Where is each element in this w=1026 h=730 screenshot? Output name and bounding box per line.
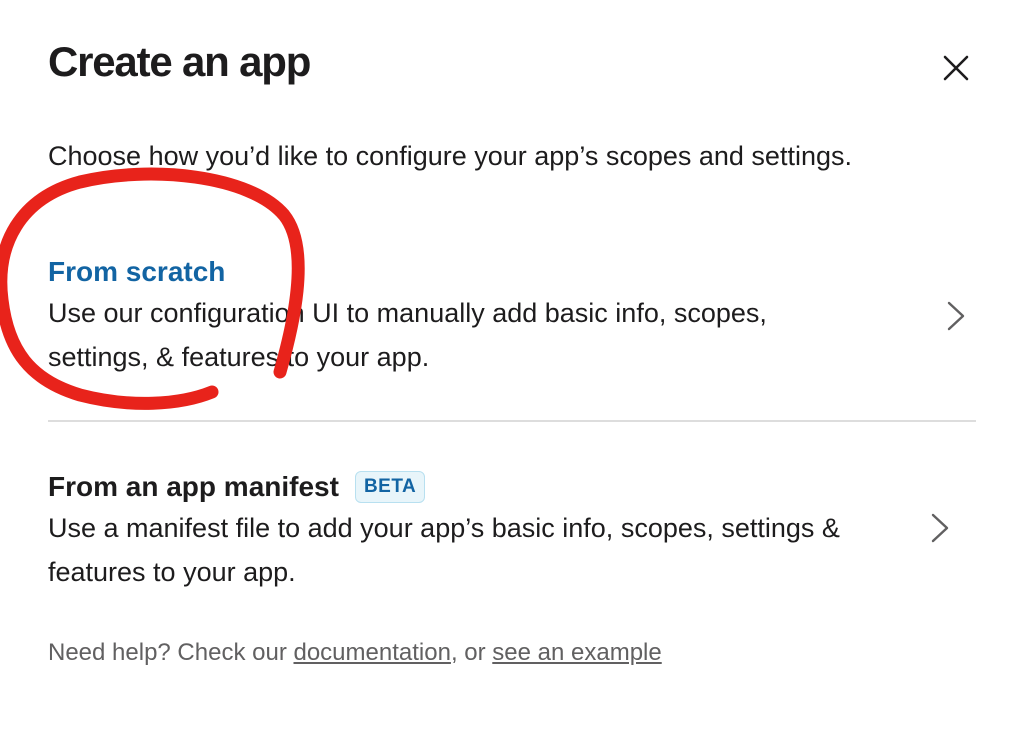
help-text: Need help? Check our documentation, or s… [48,638,662,668]
close-button[interactable] [936,50,976,90]
beta-badge: BETA [354,471,426,503]
divider [48,420,976,422]
help-prefix: Need help? Check our [48,639,294,666]
chevron-right-icon [930,512,950,544]
option-title-row: From an app manifest BETA [48,468,976,506]
help-separator: , or [450,639,493,666]
dialog-subtitle: Choose how you’d like to configure your … [48,141,852,171]
close-icon [943,55,969,86]
see-an-example-link[interactable]: see an example [492,639,661,666]
option-title: From scratch [48,256,226,287]
dialog-title: Create an app [48,38,311,85]
chevron-right-icon [946,300,966,332]
documentation-link[interactable]: documentation [293,639,450,666]
option-title: From an app manifest [48,471,339,502]
option-description: Use our configuration UI to manually add… [48,298,767,372]
option-description: Use a manifest file to add your app’s ba… [48,513,840,587]
from-scratch-option[interactable]: From scratch Use our configuration UI to… [48,253,976,421]
from-app-manifest-option[interactable]: From an app manifest BETA Use a manifest… [48,468,976,588]
create-app-dialog: Create an app Choose how you’d like to c… [0,0,1026,730]
